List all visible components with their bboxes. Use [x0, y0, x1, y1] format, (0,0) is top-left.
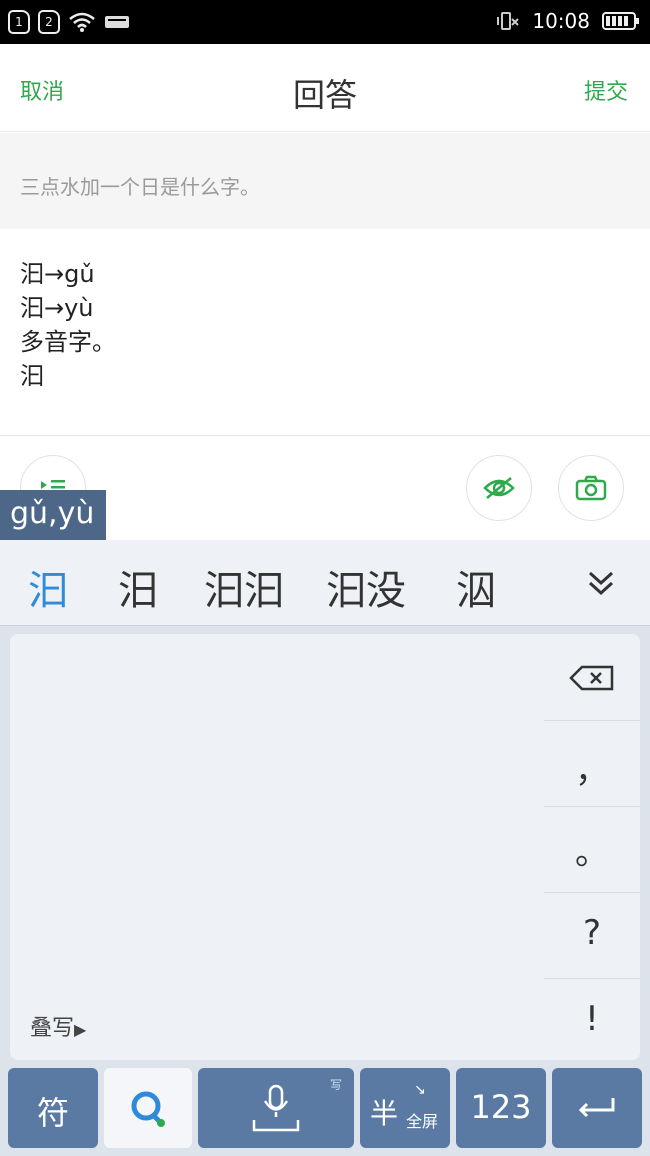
- answer-line-1: 汩→gǔ: [20, 260, 95, 288]
- answer-line-2: 汩→yù: [20, 294, 94, 322]
- sim2-icon: 2: [38, 10, 60, 34]
- numbers-key-label: 123: [470, 1088, 532, 1126]
- message-icon: [104, 13, 130, 31]
- microphone-icon: [252, 1084, 300, 1132]
- answer-line-4: 汩: [20, 362, 44, 390]
- wifi-icon: [68, 11, 96, 33]
- ime-keyboard: 汩 汨 汩汩 汩没 泅 叠写▶ ， 。 ? ! 符 写 半 全屏 ↘ 123: [0, 540, 650, 1156]
- full-screen-label: 全屏: [406, 1112, 439, 1131]
- status-time: 10:08: [532, 9, 590, 33]
- nav-header: 取消 回答 提交: [0, 44, 650, 132]
- anonymous-toggle-button[interactable]: [466, 455, 532, 521]
- overlap-write-toggle[interactable]: 叠写▶: [30, 1010, 86, 1042]
- half-full-width-key[interactable]: 半 全屏 ↘: [360, 1068, 450, 1148]
- candidate-5[interactable]: 泅: [456, 558, 496, 616]
- triangle-right-icon: ▶: [74, 1020, 87, 1039]
- numbers-key[interactable]: 123: [456, 1068, 546, 1148]
- pinyin-composing: gǔ,yù: [0, 490, 106, 540]
- candidate-3[interactable]: 汩汩: [204, 558, 284, 616]
- camera-button[interactable]: [558, 455, 624, 521]
- question-text: 三点水加一个日是什么字。: [20, 175, 260, 199]
- question-box: 三点水加一个日是什么字。: [0, 133, 650, 229]
- enter-key[interactable]: [552, 1068, 642, 1148]
- status-bar: 1 2 10:08: [0, 0, 650, 44]
- backspace-key[interactable]: [544, 634, 640, 720]
- half-width-label: 半: [370, 1097, 399, 1130]
- candidate-2[interactable]: 汨: [118, 558, 158, 616]
- candidate-1[interactable]: 汩: [28, 558, 68, 616]
- vibrate-icon: [494, 10, 520, 32]
- enter-icon: [578, 1098, 615, 1118]
- voice-space-key[interactable]: 写: [198, 1068, 354, 1148]
- q-logo-icon: [131, 1091, 165, 1127]
- expand-candidates-button[interactable]: [586, 568, 616, 602]
- submit-button[interactable]: 提交: [584, 74, 628, 106]
- answer-line-3: 多音字。: [20, 328, 116, 356]
- arrow-icon: ↘: [414, 1082, 426, 1098]
- battery-icon: [602, 10, 640, 32]
- exclamation-key[interactable]: !: [544, 978, 640, 1064]
- comma-key[interactable]: ，: [544, 720, 640, 806]
- symbol-key[interactable]: 符: [8, 1068, 98, 1148]
- double-chevron-down-icon: [588, 571, 614, 596]
- page-title: 回答: [292, 76, 357, 114]
- keyboard-bottom-row: 符 写 半 全屏 ↘ 123: [0, 1068, 650, 1150]
- voice-hint: 写: [329, 1078, 342, 1092]
- ime-logo-key[interactable]: [104, 1068, 192, 1148]
- backspace-icon: [569, 665, 614, 691]
- candidate-bar: 汩 汨 汩汩 汩没 泅: [0, 540, 650, 626]
- answer-page: 1 2 10:08 取消 回答 提交 三点水加一个日是什么字。 汩→gǔ 汩→y…: [0, 0, 650, 1156]
- sim1-icon: 1: [8, 10, 30, 34]
- answer-textarea[interactable]: 汩→gǔ 汩→yù 多音字。 汩: [0, 230, 650, 436]
- candidate-4[interactable]: 汩没: [326, 558, 406, 616]
- period-key[interactable]: 。: [544, 806, 640, 892]
- symbol-key-label: 符: [36, 1094, 69, 1132]
- question-key[interactable]: ?: [544, 892, 640, 978]
- overlap-write-label: 叠写: [30, 1016, 75, 1041]
- handwriting-area[interactable]: 叠写▶ ， 。 ? !: [10, 634, 640, 1060]
- camera-icon: [575, 475, 607, 501]
- punctuation-keys: ， 。 ? !: [544, 634, 640, 1060]
- eye-hidden-icon: [483, 477, 515, 499]
